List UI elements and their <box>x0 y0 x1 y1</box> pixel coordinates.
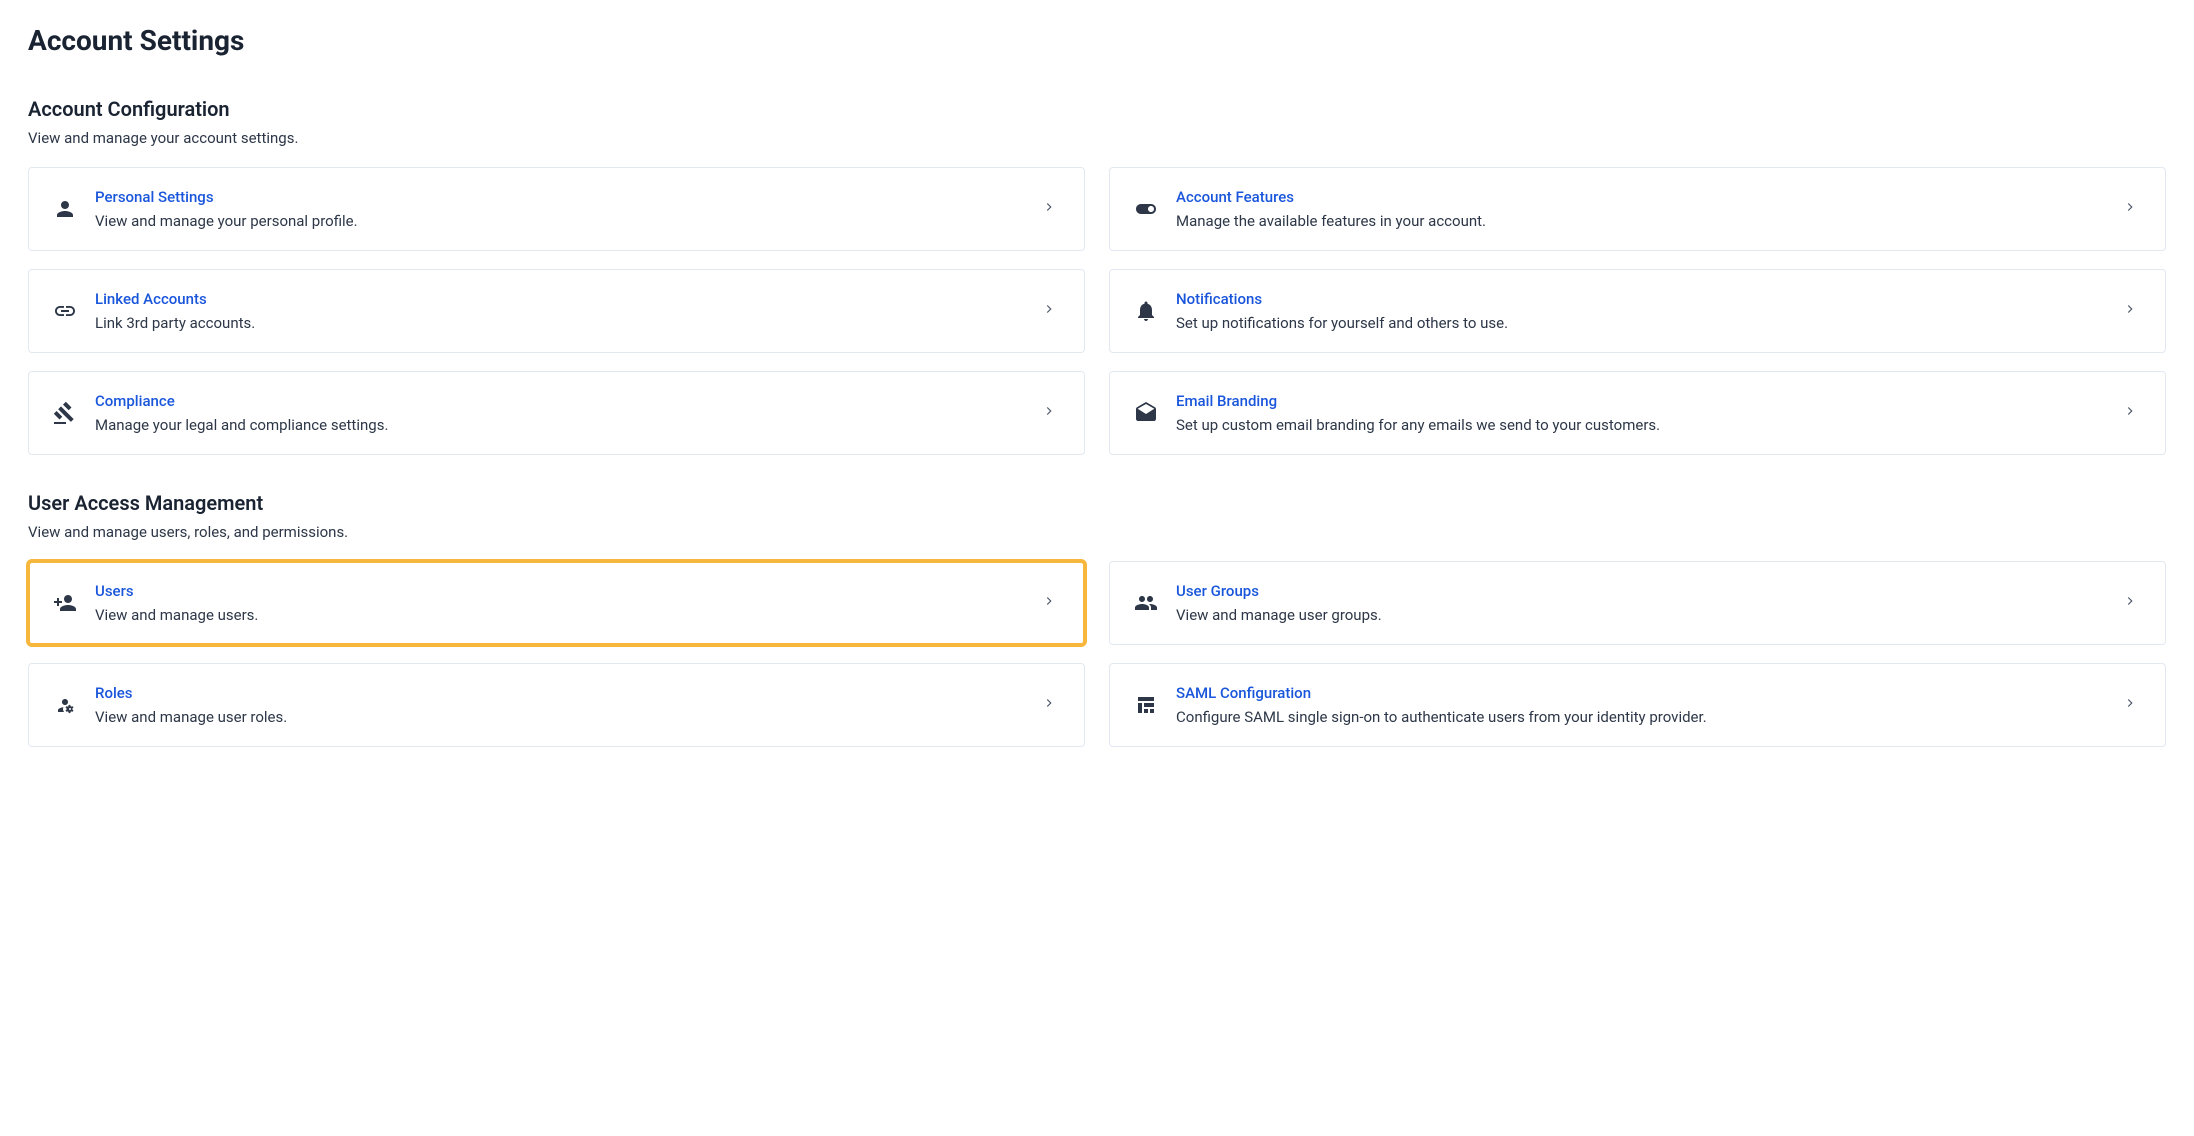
card-desc: Manage your legal and compliance setting… <box>95 416 1030 434</box>
card-user-groups[interactable]: User Groups View and manage user groups. <box>1109 561 2166 645</box>
chevron-right-icon <box>2123 301 2143 321</box>
card-linked-accounts[interactable]: Linked Accounts Link 3rd party accounts. <box>28 269 1085 353</box>
section-desc: View and manage users, roles, and permis… <box>28 523 2166 541</box>
card-desc: View and manage user roles. <box>95 708 1030 726</box>
card-desc: Set up notifications for yourself and ot… <box>1176 314 2111 332</box>
card-grid: Users View and manage users. User Groups… <box>28 561 2166 747</box>
toggle-icon <box>1132 195 1160 223</box>
chevron-right-icon <box>1042 403 1062 423</box>
link-icon <box>51 297 79 325</box>
card-desc: Set up custom email branding for any ema… <box>1176 416 2111 434</box>
card-compliance[interactable]: Compliance Manage your legal and complia… <box>28 371 1085 455</box>
chevron-right-icon <box>1042 199 1062 219</box>
chevron-right-icon <box>2123 593 2143 613</box>
card-body: Notifications Set up notifications for y… <box>1176 290 2111 332</box>
users-icon <box>1132 589 1160 617</box>
card-desc: View and manage users. <box>95 606 1030 624</box>
card-body: Account Features Manage the available fe… <box>1176 188 2111 230</box>
card-email-branding[interactable]: Email Branding Set up custom email brand… <box>1109 371 2166 455</box>
card-desc: View and manage your personal profile. <box>95 212 1030 230</box>
card-title: Linked Accounts <box>95 290 1030 308</box>
card-desc: Link 3rd party accounts. <box>95 314 1030 332</box>
chevron-right-icon <box>1042 593 1062 613</box>
user-plus-icon <box>51 589 79 617</box>
card-body: Personal Settings View and manage your p… <box>95 188 1030 230</box>
card-body: Compliance Manage your legal and complia… <box>95 392 1030 434</box>
section-title: User Access Management <box>28 491 2166 515</box>
card-account-features[interactable]: Account Features Manage the available fe… <box>1109 167 2166 251</box>
page-title: Account Settings <box>28 24 2166 57</box>
card-grid: Personal Settings View and manage your p… <box>28 167 2166 455</box>
card-title: Personal Settings <box>95 188 1030 206</box>
card-body: Roles View and manage user roles. <box>95 684 1030 726</box>
chevron-right-icon <box>2123 695 2143 715</box>
card-title: Roles <box>95 684 1030 702</box>
card-roles[interactable]: Roles View and manage user roles. <box>28 663 1085 747</box>
mail-open-icon <box>1132 399 1160 427</box>
chevron-right-icon <box>1042 695 1062 715</box>
card-title: Users <box>95 582 1030 600</box>
section-title: Account Configuration <box>28 97 2166 121</box>
chevron-right-icon <box>2123 199 2143 219</box>
card-notifications[interactable]: Notifications Set up notifications for y… <box>1109 269 2166 353</box>
card-desc: Configure SAML single sign-on to authent… <box>1176 708 2111 726</box>
gavel-icon <box>51 399 79 427</box>
section-user-access-management: User Access Management View and manage u… <box>28 491 2166 747</box>
card-users[interactable]: Users View and manage users. <box>28 561 1085 645</box>
card-title: SAML Configuration <box>1176 684 2111 702</box>
card-saml-configuration[interactable]: SAML Configuration Configure SAML single… <box>1109 663 2166 747</box>
users-cog-icon <box>51 691 79 719</box>
saml-icon <box>1132 691 1160 719</box>
card-body: Email Branding Set up custom email brand… <box>1176 392 2111 434</box>
card-body: Users View and manage users. <box>95 582 1030 624</box>
card-title: Notifications <box>1176 290 2111 308</box>
section-desc: View and manage your account settings. <box>28 129 2166 147</box>
bell-icon <box>1132 297 1160 325</box>
card-title: Account Features <box>1176 188 2111 206</box>
card-body: Linked Accounts Link 3rd party accounts. <box>95 290 1030 332</box>
card-desc: Manage the available features in your ac… <box>1176 212 2111 230</box>
chevron-right-icon <box>1042 301 1062 321</box>
chevron-right-icon <box>2123 403 2143 423</box>
card-title: User Groups <box>1176 582 2111 600</box>
person-icon <box>51 195 79 223</box>
card-body: User Groups View and manage user groups. <box>1176 582 2111 624</box>
card-personal-settings[interactable]: Personal Settings View and manage your p… <box>28 167 1085 251</box>
card-desc: View and manage user groups. <box>1176 606 2111 624</box>
card-title: Compliance <box>95 392 1030 410</box>
section-account-configuration: Account Configuration View and manage yo… <box>28 97 2166 455</box>
card-title: Email Branding <box>1176 392 2111 410</box>
card-body: SAML Configuration Configure SAML single… <box>1176 684 2111 726</box>
